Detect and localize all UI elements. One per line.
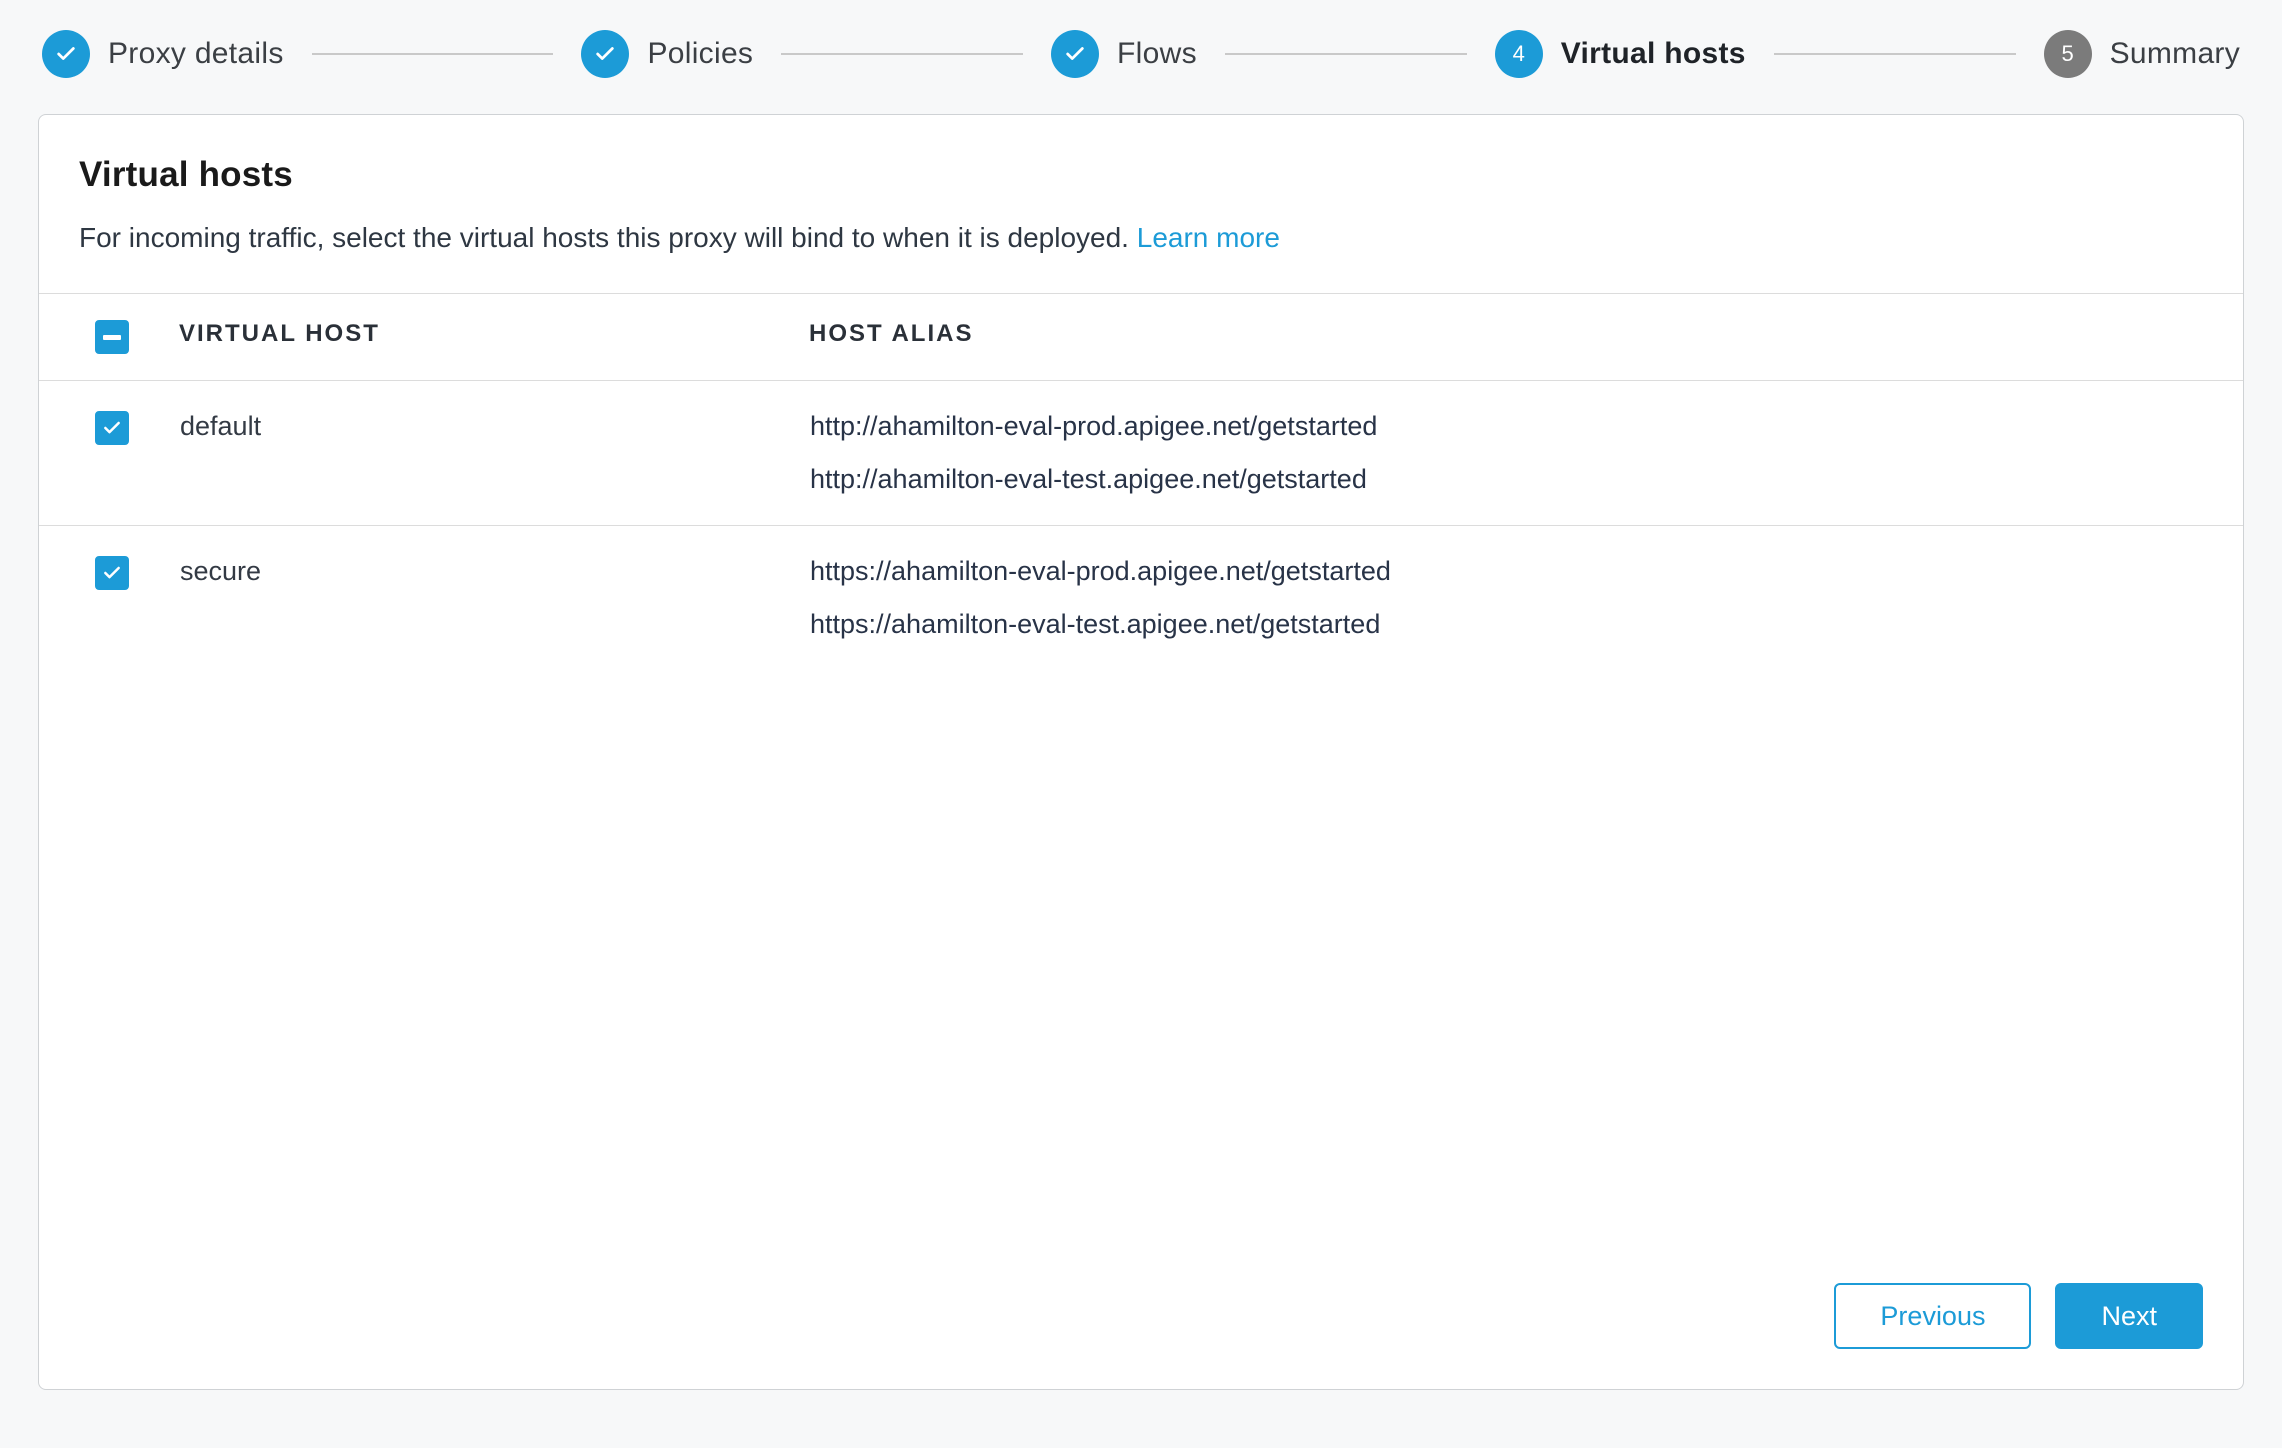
host-alias: https://ahamilton-eval-test.apigee.net/g…: [810, 609, 2203, 640]
step-connector: [1774, 53, 2016, 55]
row-checkbox[interactable]: [95, 556, 129, 590]
table-row[interactable]: secure https://ahamilton-eval-prod.apige…: [39, 526, 2243, 671]
step-number-badge: 5: [2044, 30, 2092, 78]
step-summary[interactable]: 5 Summary: [2044, 30, 2240, 78]
step-connector: [1225, 53, 1467, 55]
virtual-hosts-panel: Virtual hosts For incoming traffic, sele…: [38, 114, 2244, 1390]
check-icon: [1051, 30, 1099, 78]
learn-more-link[interactable]: Learn more: [1137, 222, 1280, 253]
previous-button[interactable]: Previous: [1834, 1283, 2031, 1349]
step-proxy-details[interactable]: Proxy details: [42, 30, 284, 78]
step-connector: [781, 53, 1023, 55]
host-alias: http://ahamilton-eval-prod.apigee.net/ge…: [810, 411, 2203, 442]
panel-description: For incoming traffic, select the virtual…: [79, 217, 2203, 259]
step-policies[interactable]: Policies: [581, 30, 753, 78]
virtual-host-name: secure: [179, 526, 809, 671]
step-label: Flows: [1117, 37, 1197, 71]
virtual-hosts-table: VIRTUAL HOST HOST ALIAS default http://a…: [39, 293, 2243, 670]
step-label: Summary: [2110, 37, 2240, 71]
wizard-stepper: Proxy details Policies Flows 4 Virtual h…: [38, 30, 2244, 78]
column-header-virtual-host[interactable]: VIRTUAL HOST: [179, 294, 809, 381]
virtual-host-name: default: [179, 381, 809, 526]
step-flows[interactable]: Flows: [1051, 30, 1197, 78]
panel-title: Virtual hosts: [79, 155, 2203, 195]
step-label: Proxy details: [108, 37, 284, 71]
host-alias: http://ahamilton-eval-test.apigee.net/ge…: [810, 464, 2203, 495]
step-label: Virtual hosts: [1561, 37, 1746, 71]
next-button[interactable]: Next: [2055, 1283, 2203, 1349]
host-alias-list: https://ahamilton-eval-prod.apigee.net/g…: [810, 556, 2203, 640]
panel-description-text: For incoming traffic, select the virtual…: [79, 222, 1137, 253]
step-virtual-hosts[interactable]: 4 Virtual hosts: [1495, 30, 1746, 78]
check-icon: [42, 30, 90, 78]
panel-header: Virtual hosts For incoming traffic, sele…: [39, 115, 2243, 293]
row-checkbox[interactable]: [95, 411, 129, 445]
host-alias: https://ahamilton-eval-prod.apigee.net/g…: [810, 556, 2203, 587]
check-icon: [581, 30, 629, 78]
select-all-checkbox[interactable]: [95, 320, 129, 354]
step-label: Policies: [647, 37, 753, 71]
column-header-host-alias[interactable]: HOST ALIAS: [809, 294, 2243, 381]
panel-footer: Previous Next: [39, 1253, 2243, 1389]
table-row[interactable]: default http://ahamilton-eval-prod.apige…: [39, 381, 2243, 526]
step-connector: [312, 53, 554, 55]
step-number-badge: 4: [1495, 30, 1543, 78]
proxy-wizard-page: Proxy details Policies Flows 4 Virtual h…: [0, 0, 2282, 1430]
host-alias-list: http://ahamilton-eval-prod.apigee.net/ge…: [810, 411, 2203, 495]
